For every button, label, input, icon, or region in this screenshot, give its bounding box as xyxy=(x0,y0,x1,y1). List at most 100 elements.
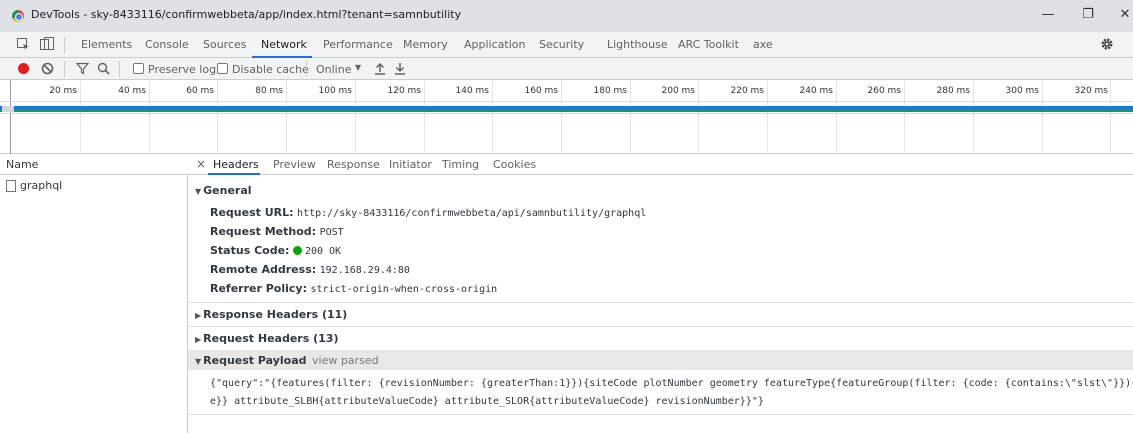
search-icon[interactable] xyxy=(97,62,110,75)
request-details: × Headers Preview Response Initiator Tim… xyxy=(188,154,1133,433)
tab-console[interactable]: Console xyxy=(145,38,189,51)
timeline-tick-label: 140 ms xyxy=(455,86,490,96)
throttling-select[interactable]: Online xyxy=(316,63,351,76)
tab-axe[interactable]: axe xyxy=(753,38,773,51)
request-payload-toggle[interactable]: ▼ Request Payload xyxy=(195,354,307,367)
status-code-label: Status Code: xyxy=(210,244,290,257)
tab-response[interactable]: Response xyxy=(327,158,380,171)
tab-security[interactable]: Security xyxy=(539,38,584,51)
timeline-start-marker xyxy=(10,80,11,154)
tab-preview[interactable]: Preview xyxy=(273,158,316,171)
chevron-down-icon[interactable]: ▼ xyxy=(355,63,361,72)
divider xyxy=(119,61,120,77)
status-ok-icon xyxy=(292,246,302,255)
panel-tabs-bar: Elements Console Sources Network Perform… xyxy=(0,32,1133,58)
close-details-button[interactable]: × xyxy=(196,157,206,171)
network-overview-timeline[interactable]: 20 ms 40 ms 60 ms 80 ms 100 ms 120 ms 14… xyxy=(0,80,1133,154)
timeline-tick-label: 240 ms xyxy=(799,86,834,96)
grid-line xyxy=(904,80,905,154)
tab-lighthouse[interactable]: Lighthouse xyxy=(607,38,668,51)
grid-line xyxy=(1110,80,1111,154)
list-item[interactable]: graphql xyxy=(0,176,187,196)
tab-cookies[interactable]: Cookies xyxy=(493,158,536,171)
divider xyxy=(64,37,65,53)
timeline-tick-label: 120 ms xyxy=(387,86,422,96)
status-code-value: 200 OK xyxy=(304,246,342,257)
grid-line xyxy=(767,80,768,154)
response-headers-toggle[interactable]: ▶ Response Headers (11) xyxy=(195,308,347,321)
remote-address-row: Remote Address: 192.168.29.4:80 xyxy=(210,263,410,276)
request-list: Name graphql xyxy=(0,154,188,433)
request-url-row: Request URL: http://sky-8433116/confirmw… xyxy=(210,206,646,219)
inspect-element-icon[interactable] xyxy=(17,38,30,51)
preserve-log-label[interactable]: Preserve log xyxy=(148,63,216,76)
divider xyxy=(306,61,307,77)
clear-icon[interactable] xyxy=(41,62,54,75)
network-toolbar: Preserve log Disable cache Online ▼ xyxy=(0,58,1133,80)
grid-line xyxy=(1042,80,1043,154)
record-icon[interactable] xyxy=(18,63,29,74)
referrer-policy-value: strict-origin-when-cross-origin xyxy=(310,284,498,295)
request-method-row: Request Method: POST xyxy=(210,225,344,238)
restore-button[interactable]: ❐ xyxy=(1068,0,1108,32)
timeline-tick-label: 200 ms xyxy=(661,86,696,96)
request-timing-bar-download xyxy=(0,109,1133,112)
close-button[interactable]: ✕ xyxy=(1105,0,1133,32)
preserve-log-checkbox[interactable] xyxy=(133,63,144,74)
tab-network[interactable]: Network xyxy=(261,38,307,51)
referrer-policy-row: Referrer Policy: strict-origin-when-cros… xyxy=(210,282,497,295)
tab-arc-toolkit[interactable]: ARC Toolkit xyxy=(678,38,739,51)
timeline-tick-label: 220 ms xyxy=(730,86,765,96)
tab-application[interactable]: Application xyxy=(464,38,525,51)
section-divider xyxy=(188,326,1133,327)
request-payload-header[interactable]: ▼ Request Payload view parsed xyxy=(188,350,1133,370)
disable-cache-checkbox[interactable] xyxy=(217,63,228,74)
grid-line xyxy=(630,80,631,154)
timeline-tick-label: 40 ms xyxy=(118,86,146,96)
minimize-button[interactable]: — xyxy=(1028,0,1068,32)
filter-icon[interactable] xyxy=(75,62,90,75)
tab-memory[interactable]: Memory xyxy=(403,38,448,51)
timeline-tick-label: 260 ms xyxy=(867,86,902,96)
request-method-label: Request Method: xyxy=(210,225,317,238)
general-section-toggle[interactable]: ▼ General xyxy=(195,184,252,197)
grid-line xyxy=(217,80,218,154)
view-parsed-link[interactable]: view parsed xyxy=(312,354,379,367)
timeline-tick-label: 320 ms xyxy=(1074,86,1109,96)
timeline-tick-label: 160 ms xyxy=(524,86,559,96)
tab-performance[interactable]: Performance xyxy=(323,38,393,51)
request-name: graphql xyxy=(20,179,63,192)
request-url-label: Request URL: xyxy=(210,206,294,219)
triangle-right-icon: ▶ xyxy=(195,311,202,320)
request-headers-toggle[interactable]: ▶ Request Headers (13) xyxy=(195,332,338,345)
export-har-icon[interactable] xyxy=(394,62,406,75)
payload-line-2: e}} attribute_SLBH{attributeValueCode} a… xyxy=(210,396,764,407)
document-icon xyxy=(6,180,16,192)
import-har-icon[interactable] xyxy=(374,62,386,75)
timeline-divider xyxy=(0,113,1133,114)
request-timing-bar-queue xyxy=(2,106,14,112)
grid-line xyxy=(424,80,425,154)
remote-address-label: Remote Address: xyxy=(210,263,317,276)
grid-line xyxy=(698,80,699,154)
timeline-tick-label: 300 ms xyxy=(1005,86,1040,96)
tab-initiator[interactable]: Initiator xyxy=(389,158,432,171)
grid-line xyxy=(973,80,974,154)
grid-line xyxy=(149,80,150,154)
request-method-value: POST xyxy=(319,227,344,238)
gear-icon[interactable] xyxy=(1100,37,1114,51)
device-toolbar-icon[interactable] xyxy=(40,37,54,51)
remote-address-value: 192.168.29.4:80 xyxy=(319,265,410,276)
tab-headers[interactable]: Headers xyxy=(213,158,259,171)
disable-cache-label[interactable]: Disable cache xyxy=(232,63,309,76)
tab-sources[interactable]: Sources xyxy=(203,38,247,51)
tab-timing[interactable]: Timing xyxy=(442,158,479,171)
referrer-policy-label: Referrer Policy: xyxy=(210,282,307,295)
name-column-header[interactable]: Name xyxy=(0,154,188,175)
status-code-row: Status Code: 200 OK xyxy=(210,244,341,257)
payload-line-1: {"query":"{features(filter: {revisionNum… xyxy=(210,378,1133,389)
triangle-down-icon: ▼ xyxy=(195,357,202,366)
grid-line xyxy=(355,80,356,154)
window-title: DevTools - sky-8433116/confirmwebbeta/ap… xyxy=(31,8,462,21)
tab-elements[interactable]: Elements xyxy=(81,38,132,51)
